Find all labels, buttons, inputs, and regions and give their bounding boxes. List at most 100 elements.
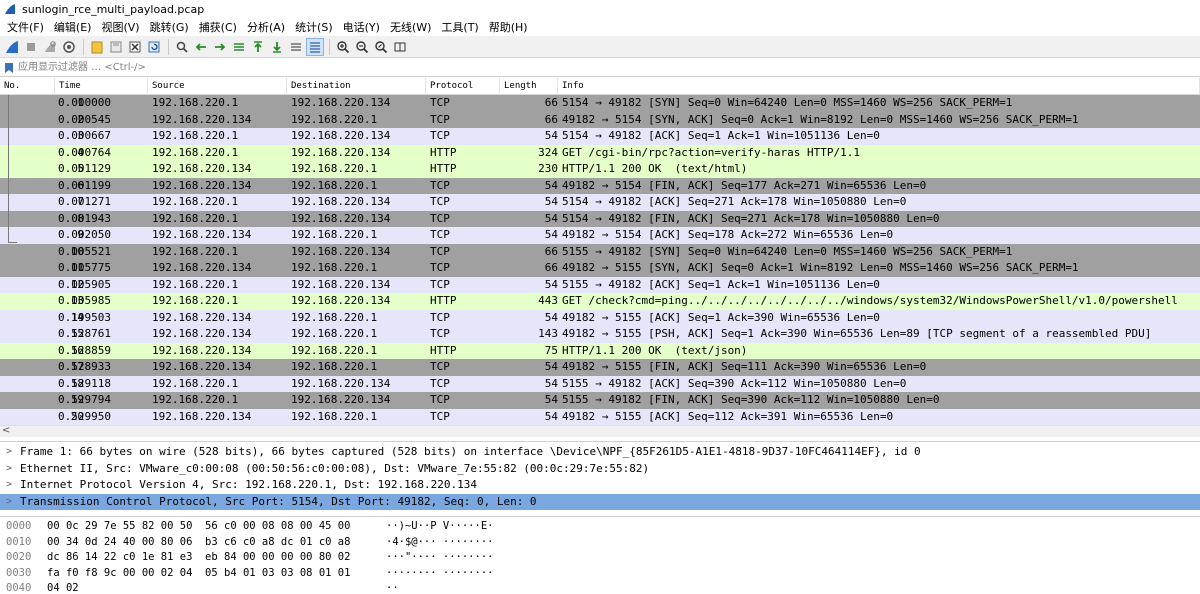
display-filter-input[interactable] xyxy=(18,59,1200,76)
open-file-icon[interactable] xyxy=(88,38,106,56)
go-to-packet-icon[interactable] xyxy=(230,38,248,56)
menu-item[interactable]: 捕获(C) xyxy=(196,19,244,35)
menu-item[interactable]: 视图(V) xyxy=(98,19,146,35)
packet-row[interactable]: 15 0.528761 192.168.220.134 192.168.220.1 TC… xyxy=(0,326,1200,343)
save-file-icon[interactable] xyxy=(107,38,125,56)
packet-length: 54 xyxy=(544,129,558,142)
scroll-left-icon[interactable]: < xyxy=(2,425,10,436)
resize-columns-icon[interactable] xyxy=(391,38,409,56)
packet-row[interactable]: 12 0.005905 192.168.220.1 192.168.220.134 TC… xyxy=(0,276,1200,293)
packet-list-hscrollbar[interactable]: < xyxy=(0,425,1200,437)
packet-protocol: HTTP xyxy=(430,343,457,357)
normal-size-icon[interactable] xyxy=(372,38,390,56)
packet-row[interactable]: 4 0.000764 192.168.220.1 192.168.220.134 HTT… xyxy=(0,144,1200,161)
packet-length: 54 xyxy=(544,393,558,406)
menu-item[interactable]: 跳转(G) xyxy=(147,19,196,35)
menu-item[interactable]: 统计(S) xyxy=(292,19,340,35)
packet-source: 192.168.220.1 xyxy=(152,376,239,390)
packet-protocol: TCP xyxy=(430,393,450,406)
column-header[interactable]: Time xyxy=(55,78,148,95)
expand-arrow-icon[interactable]: > xyxy=(6,444,12,461)
packet-destination: 192.168.220.134 xyxy=(291,195,391,208)
bytes-row[interactable]: 0030 fa f0 f8 9c 00 00 02 04 05 b4 01 03 … xyxy=(0,566,1200,582)
expand-arrow-icon[interactable]: > xyxy=(6,461,12,478)
packet-row[interactable]: 20 0.529950 192.168.220.134 192.168.220.1 TC… xyxy=(0,408,1200,425)
restart-icon[interactable] xyxy=(41,38,59,56)
bytes-row[interactable]: 0010 00 34 0d 24 40 00 80 06 b3 c6 c0 a8 … xyxy=(0,535,1200,551)
detail-text: Transmission Control Protocol, Src Port:… xyxy=(20,494,537,508)
packet-time: 0.005775 xyxy=(58,261,111,274)
packet-row[interactable]: 9 0.002050 192.168.220.134 192.168.220.1 TCP… xyxy=(0,227,1200,244)
packet-row[interactable]: 16 0.528859 192.168.220.134 192.168.220.1 HT… xyxy=(0,342,1200,359)
column-header[interactable]: Destination xyxy=(287,78,426,95)
packet-row[interactable]: 1 0.000000 192.168.220.1 192.168.220.134 TCP… xyxy=(0,95,1200,112)
packet-row[interactable]: 10 0.005521 192.168.220.1 192.168.220.134 TC… xyxy=(0,243,1200,260)
packet-time: 0.000545 xyxy=(58,112,111,126)
packet-protocol: TCP xyxy=(430,360,450,373)
packet-row[interactable]: 14 0.199503 192.168.220.134 192.168.220.1 TC… xyxy=(0,309,1200,326)
packet-info: GET /cgi-bin/rpc?action=verify-haras HTT… xyxy=(562,145,861,159)
first-packet-icon[interactable] xyxy=(249,38,267,56)
packet-destination: 192.168.220.134 xyxy=(291,294,391,307)
menu-item[interactable]: 帮助(H) xyxy=(486,19,535,35)
bytes-row[interactable]: 0040 04 02 ·· xyxy=(0,581,1200,594)
bytes-row[interactable]: 0020 dc 86 14 22 c0 1e 81 e3 eb 84 00 00 … xyxy=(0,550,1200,566)
filter-bookmark-icon[interactable] xyxy=(4,62,14,74)
column-header[interactable]: Source xyxy=(148,78,287,95)
packet-row[interactable]: 17 0.528933 192.168.220.134 192.168.220.1 TC… xyxy=(0,359,1200,376)
packet-row[interactable]: 2 0.000545 192.168.220.134 192.168.220.1 TCP… xyxy=(0,111,1200,128)
close-file-icon[interactable] xyxy=(126,38,144,56)
detail-tree-item[interactable]: > Transmission Control Protocol, Src Port… xyxy=(0,493,1200,511)
find-packet-icon[interactable] xyxy=(173,38,191,56)
column-header[interactable]: Length xyxy=(500,78,558,95)
menu-item[interactable]: 分析(A) xyxy=(244,19,292,35)
expand-arrow-icon[interactable]: > xyxy=(6,494,12,511)
detail-tree-item[interactable]: > Ethernet II, Src: VMware_c0:00:08 (00:5… xyxy=(0,461,1200,478)
packet-info: HTTP/1.1 200 OK (text/html) xyxy=(562,162,748,175)
packet-row[interactable]: 13 0.005985 192.168.220.1 192.168.220.134 HT… xyxy=(0,293,1200,310)
shark-fin-start-icon[interactable] xyxy=(3,38,21,56)
detail-tree-item[interactable]: > Frame 1: 66 bytes on wire (528 bits), 6… xyxy=(0,444,1200,461)
packet-info: 49182 → 5155 [FIN, ACK] Seq=111 Ack=390 … xyxy=(562,360,927,373)
packet-info: GET /check?cmd=ping../../../../../../../… xyxy=(562,294,1178,307)
column-header[interactable]: Protocol xyxy=(426,78,500,95)
zoom-in-icon[interactable] xyxy=(334,38,352,56)
capture-options-icon[interactable] xyxy=(60,38,78,56)
packet-row[interactable]: 5 0.001129 192.168.220.134 192.168.220.1 HTT… xyxy=(0,161,1200,178)
bytes-row[interactable]: 0000 00 0c 29 7e 55 82 00 50 56 c0 00 08 … xyxy=(0,519,1200,535)
reload-icon[interactable] xyxy=(145,38,163,56)
packet-row[interactable]: 8 0.001943 192.168.220.1 192.168.220.134 TCP… xyxy=(0,210,1200,227)
packet-row[interactable]: 3 0.000667 192.168.220.1 192.168.220.134 TCP… xyxy=(0,128,1200,145)
menu-item[interactable]: 文件(F) xyxy=(4,19,51,35)
column-header[interactable]: No. xyxy=(0,78,55,95)
display-filter-bar xyxy=(0,59,1200,77)
packet-row[interactable]: 7 0.001271 192.168.220.1 192.168.220.134 TCP… xyxy=(0,194,1200,211)
menu-bar: 文件(F) 编辑(E) 视图(V) 跳转(G) 捕获(C) 分析(A) 统计(S) 电话(Y)… xyxy=(0,18,1200,36)
detail-tree-item[interactable]: > Internet Protocol Version 4, Src: 192.1… xyxy=(0,477,1200,494)
column-header[interactable]: Info xyxy=(558,78,1200,95)
stop-icon[interactable] xyxy=(22,38,40,56)
packet-row[interactable]: 19 0.529794 192.168.220.1 192.168.220.134 TC… xyxy=(0,392,1200,409)
colorize-icon[interactable] xyxy=(306,37,324,56)
byte-offset: 0030 xyxy=(6,566,32,579)
packet-info: 5155 → 49182 [SYN] Seq=0 Win=64240 Len=0… xyxy=(562,244,1013,258)
go-forward-icon[interactable] xyxy=(211,38,229,56)
byte-ascii: ···"···· ········ xyxy=(386,551,494,563)
packet-time: 0.528933 xyxy=(58,360,111,373)
last-packet-icon[interactable] xyxy=(268,38,286,56)
packet-row[interactable]: 11 0.005775 192.168.220.134 192.168.220.1 TC… xyxy=(0,260,1200,277)
zoom-out-icon[interactable] xyxy=(353,38,371,56)
autoscroll-icon[interactable] xyxy=(287,38,305,56)
packet-row[interactable]: 6 0.001199 192.168.220.134 192.168.220.1 TCP… xyxy=(0,177,1200,194)
packet-protocol: TCP xyxy=(430,409,450,423)
menu-item[interactable]: 编辑(E) xyxy=(51,19,99,35)
go-back-icon[interactable] xyxy=(192,38,210,56)
menu-item[interactable]: 无线(W) xyxy=(387,19,438,35)
menu-item[interactable]: 电话(Y) xyxy=(340,19,387,35)
packet-row[interactable]: 18 0.529118 192.168.220.1 192.168.220.134 TC… xyxy=(0,375,1200,392)
packet-source: 192.168.220.134 xyxy=(152,343,252,357)
byte-offset: 0020 xyxy=(6,551,32,563)
menu-item[interactable]: 工具(T) xyxy=(438,19,485,35)
expand-arrow-icon[interactable]: > xyxy=(6,477,12,494)
packet-length: 54 xyxy=(544,360,558,373)
